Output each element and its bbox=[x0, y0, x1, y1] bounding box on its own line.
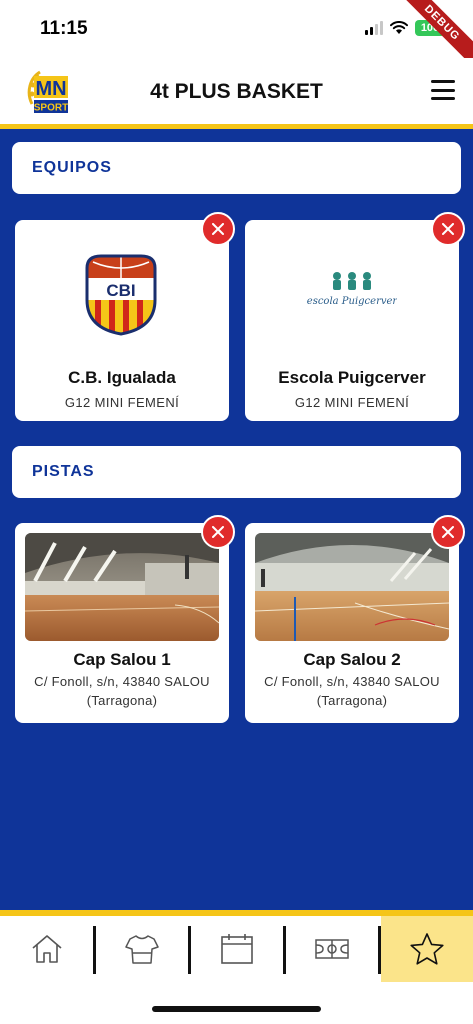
team-card[interactable]: CBI C.B. Igualada G12 MINI FEMENÍ bbox=[15, 212, 235, 421]
court-card[interactable]: Cap Salou 1 C/ Fonoll, s/n, 43840 SALOU … bbox=[15, 515, 235, 723]
escola-logo-text: escola Puigcerver bbox=[307, 296, 397, 307]
remove-team-button[interactable] bbox=[201, 212, 235, 246]
bottom-nav bbox=[0, 916, 473, 982]
svg-text:CBI: CBI bbox=[106, 281, 135, 300]
court-name: Cap Salou 1 bbox=[73, 650, 171, 669]
main-content: EQUIPOS CBI C.B. Igualada G12 MINI FEMEN… bbox=[0, 129, 473, 910]
section-title-courts: PISTAS bbox=[32, 463, 95, 480]
calendar-icon bbox=[221, 934, 253, 964]
court-address: C/ Fonoll, s/n, 43840 SALOU bbox=[264, 674, 440, 689]
court-address-region: (Tarragona) bbox=[86, 693, 158, 708]
nav-calendar[interactable] bbox=[191, 916, 283, 982]
nav-favorites[interactable] bbox=[381, 916, 473, 982]
section-title-teams: EQUIPOS bbox=[32, 159, 112, 176]
team-name: Escola Puigcerver bbox=[278, 368, 426, 387]
court-name: Cap Salou 2 bbox=[303, 650, 401, 669]
jersey-icon bbox=[125, 935, 159, 964]
cbi-logo-icon: CBI bbox=[85, 254, 157, 336]
escola-puigcerver-logo-icon: escola Puigcerver bbox=[307, 272, 397, 307]
home-indicator bbox=[152, 1006, 321, 1012]
star-icon bbox=[410, 933, 444, 965]
nav-home[interactable] bbox=[0, 916, 93, 982]
remove-team-button[interactable] bbox=[431, 212, 465, 246]
section-header-teams: EQUIPOS bbox=[12, 142, 461, 194]
signal-icon bbox=[365, 21, 383, 35]
court-icon bbox=[315, 939, 349, 959]
home-icon bbox=[31, 935, 62, 963]
svg-text:SPORT: SPORT bbox=[34, 103, 68, 114]
status-bar: 11:15 100 DEBUG bbox=[0, 0, 473, 76]
court-photo bbox=[255, 533, 449, 641]
hamburger-menu-icon[interactable] bbox=[431, 80, 455, 100]
court-address: C/ Fonoll, s/n, 43840 SALOU bbox=[34, 674, 210, 689]
nav-courts[interactable] bbox=[286, 916, 378, 982]
remove-court-button[interactable] bbox=[201, 515, 235, 549]
team-category: G12 MINI FEMENÍ bbox=[64, 395, 180, 410]
app-bar: MN SPORT 4t PLUS BASKET bbox=[0, 58, 473, 124]
close-icon bbox=[442, 223, 454, 235]
page-title: 4t PLUS BASKET bbox=[150, 80, 323, 103]
close-icon bbox=[212, 223, 224, 235]
wifi-icon bbox=[390, 21, 408, 34]
team-card[interactable]: escola Puigcerver Escola Puigcerver G12 … bbox=[245, 212, 465, 421]
court-card[interactable]: Cap Salou 2 C/ Fonoll, s/n, 43840 SALOU … bbox=[245, 515, 465, 723]
team-name: C.B. Igualada bbox=[68, 368, 176, 387]
team-category: G12 MINI FEMENÍ bbox=[294, 395, 410, 410]
court-address-region: (Tarragona) bbox=[316, 693, 388, 708]
status-time: 11:15 bbox=[40, 18, 88, 39]
court-photo bbox=[25, 533, 219, 641]
remove-court-button[interactable] bbox=[431, 515, 465, 549]
nav-teams[interactable] bbox=[96, 916, 188, 982]
close-icon bbox=[212, 526, 224, 538]
close-icon bbox=[442, 526, 454, 538]
section-header-courts: PISTAS bbox=[12, 446, 461, 498]
